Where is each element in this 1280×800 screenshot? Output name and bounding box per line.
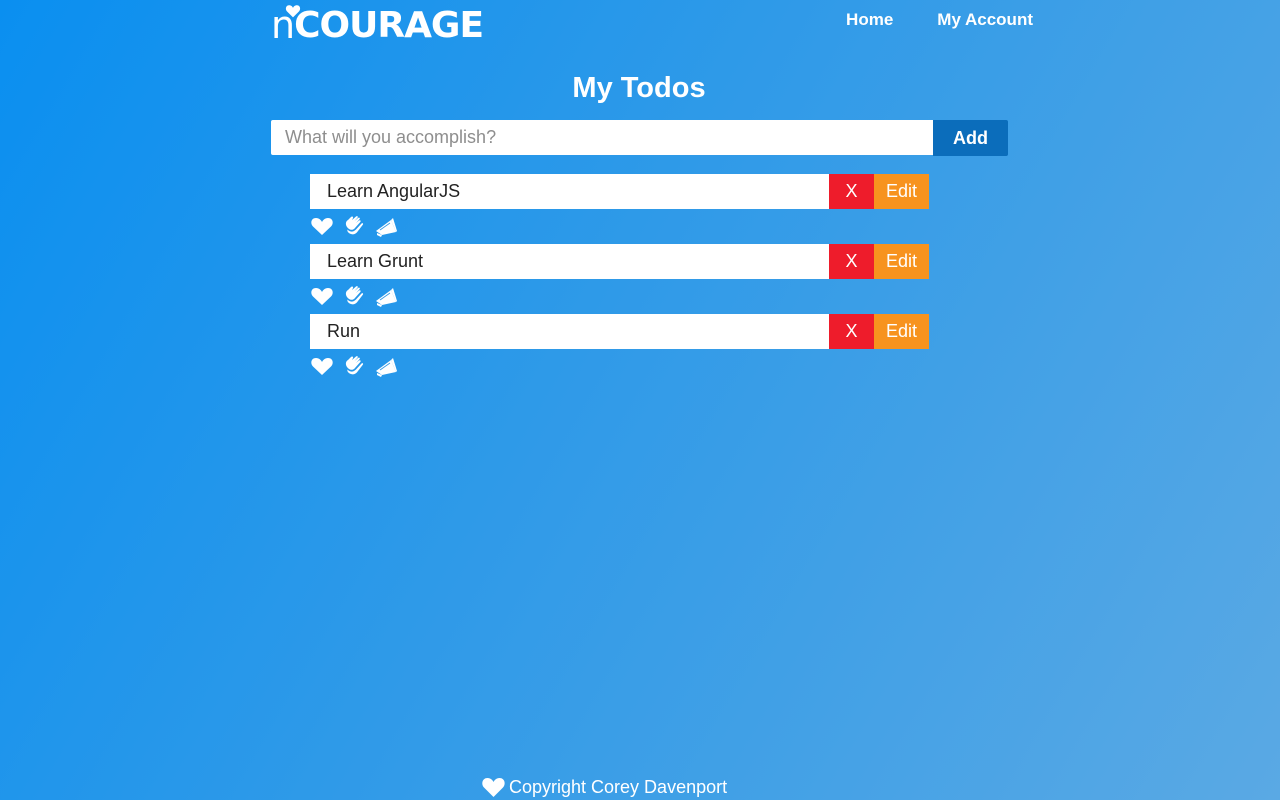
todo-item: Learn AngularJS X Edit — [310, 174, 930, 244]
todo-actions — [310, 284, 930, 308]
logo[interactable]: n COURAGE — [271, 4, 484, 46]
nav-home-link[interactable]: Home — [846, 10, 893, 30]
todo-item: Learn Grunt X Edit — [310, 244, 930, 314]
nav-my-account-link[interactable]: My Account — [937, 10, 1033, 30]
todo-item: Run X Edit — [310, 314, 930, 384]
add-todo-form: Add — [271, 120, 1008, 156]
todo-text: Learn Grunt — [310, 244, 829, 279]
heart-icon — [481, 776, 506, 798]
edit-todo-button[interactable]: Edit — [874, 314, 929, 349]
heart-icon[interactable] — [310, 354, 334, 378]
delete-todo-button[interactable]: X — [829, 314, 874, 349]
main-nav: Home My Account — [846, 10, 1033, 30]
megaphone-icon[interactable] — [374, 354, 398, 378]
todo-row: Learn Grunt X Edit — [310, 244, 930, 279]
delete-todo-button[interactable]: X — [829, 244, 874, 279]
todo-text: Run — [310, 314, 829, 349]
add-todo-button[interactable]: Add — [933, 120, 1008, 156]
clap-icon[interactable] — [342, 354, 366, 378]
todo-list: Learn AngularJS X Edit Learn Grunt X Edi… — [310, 174, 930, 384]
todo-row: Learn AngularJS X Edit — [310, 174, 930, 209]
page-title: My Todos — [572, 72, 706, 104]
heart-icon[interactable] — [310, 214, 334, 238]
megaphone-icon[interactable] — [374, 284, 398, 308]
footer: Copyright Corey Davenport — [481, 775, 727, 799]
new-todo-input[interactable] — [271, 120, 933, 155]
edit-todo-button[interactable]: Edit — [874, 174, 929, 209]
todo-actions — [310, 354, 930, 378]
megaphone-icon[interactable] — [374, 214, 398, 238]
clap-icon[interactable] — [342, 214, 366, 238]
copyright-text: Copyright Corey Davenport — [509, 776, 728, 797]
edit-todo-button[interactable]: Edit — [874, 244, 929, 279]
todo-row: Run X Edit — [310, 314, 930, 349]
todo-actions — [310, 214, 930, 238]
delete-todo-button[interactable]: X — [829, 174, 874, 209]
clap-icon[interactable] — [342, 284, 366, 308]
logo-n: n — [271, 5, 301, 44]
logo-text: COURAGE — [294, 5, 484, 46]
todo-text: Learn AngularJS — [310, 174, 829, 209]
logo-heart-icon — [285, 5, 301, 18]
heart-icon[interactable] — [310, 284, 334, 308]
